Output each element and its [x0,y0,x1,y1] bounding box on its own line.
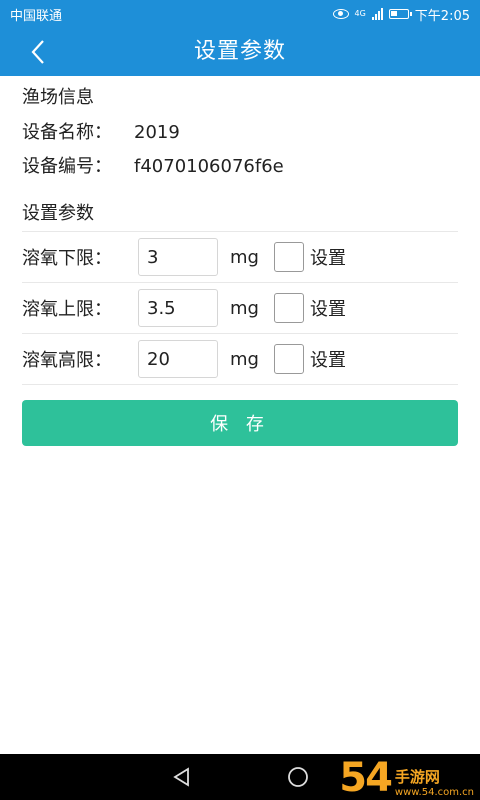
watermark-name: 手游网 [394,768,440,786]
device-name-value: 2019 [134,122,180,143]
high-limit-unit: mg [230,348,259,370]
watermark-logo: 54 [339,755,393,800]
nav-bar: 54 手游网 www.54.com.cn [0,754,480,800]
eye-icon [332,9,349,19]
device-name-label: 设备名称： [22,122,112,143]
device-id-row: 设备编号： f4070106076f6e [22,150,458,184]
triangle-back-icon [173,767,189,787]
upper-limit-checkbox-label: 设置 [310,299,346,320]
page-title: 设置参数 [193,39,286,64]
network-type: 4G [354,9,366,18]
high-limit-checkbox[interactable] [274,344,304,374]
device-id-label: 设备编号： [22,156,112,177]
params-title: 设置参数 [22,190,458,232]
nav-back-button[interactable] [165,760,199,794]
upper-limit-unit: mg [230,297,259,319]
param-row-upper-limit: 溶氧上限： mg 设置 [22,283,458,334]
watermark: 54 手游网 www.54.com.cn [339,758,474,798]
device-id-value: f4070106076f6e [134,156,284,177]
param-row-lower-limit: 溶氧下限： mg 设置 [22,232,458,283]
upper-limit-label: 溶氧上限： [22,299,112,320]
status-icons: 4G 下午2:05 [332,5,470,24]
status-time: 下午2:05 [414,8,470,24]
signal-icon [371,8,383,20]
high-limit-input[interactable] [138,340,218,378]
lower-limit-unit: mg [230,246,259,268]
high-limit-checkbox-label: 设置 [310,350,346,371]
nav-home-button[interactable] [281,760,315,794]
param-row-high-limit: 溶氧高限： mg 设置 [22,334,458,385]
farm-info-title: 渔场信息 [22,87,94,108]
upper-limit-input[interactable] [138,289,218,327]
watermark-url: www.54.com.cn [394,787,474,798]
lower-limit-label: 溶氧下限： [22,248,112,269]
battery-icon [388,9,412,19]
title-bar: 设置参数 [0,28,480,76]
watermark-text: 手游网 www.54.com.cn [395,766,474,798]
carrier-label: 中国联通 [10,8,63,24]
high-limit-label: 溶氧高限： [22,350,112,371]
device-name-row: 设备名称： 2019 [22,116,458,150]
status-bar: 中国联通 4G 下午2:05 [0,0,480,28]
main-content: 渔场信息 设备名称： 2019 设备编号： f4070106076f6e 设置参… [22,76,458,385]
circle-home-icon [288,767,308,787]
save-button[interactable]: 保 存 [22,400,458,446]
lower-limit-input[interactable] [138,238,218,276]
lower-limit-checkbox-label: 设置 [310,248,346,269]
upper-limit-checkbox[interactable] [274,293,304,323]
lower-limit-checkbox[interactable] [274,242,304,272]
